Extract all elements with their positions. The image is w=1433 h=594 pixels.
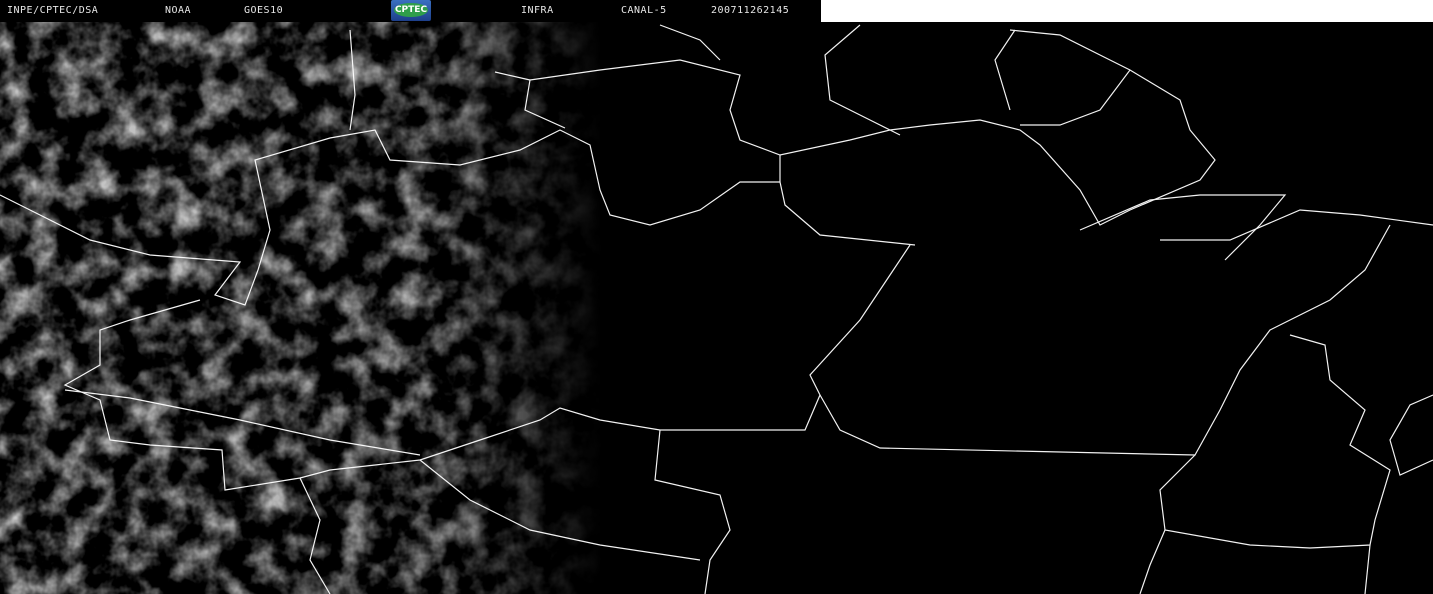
- header-blank-area: [821, 0, 1433, 22]
- satellite-label: GOES10: [244, 5, 284, 16]
- channel-label: CANAL-5: [621, 5, 667, 16]
- agency-label: INPE/CPTEC/DSA: [7, 5, 99, 16]
- logo-text: CPTEC: [394, 3, 428, 17]
- image-header: INPE/CPTEC/DSA NOAA GOES10 CPTEC INFRA C…: [0, 0, 820, 22]
- satellite-image: [0, 0, 1433, 594]
- cloud-cover: [0, 0, 1433, 594]
- timestamp-label: 200711262145: [711, 5, 790, 16]
- operator-label: NOAA: [165, 5, 192, 16]
- product-label: INFRA: [521, 5, 554, 16]
- cptec-logo: CPTEC: [391, 0, 431, 21]
